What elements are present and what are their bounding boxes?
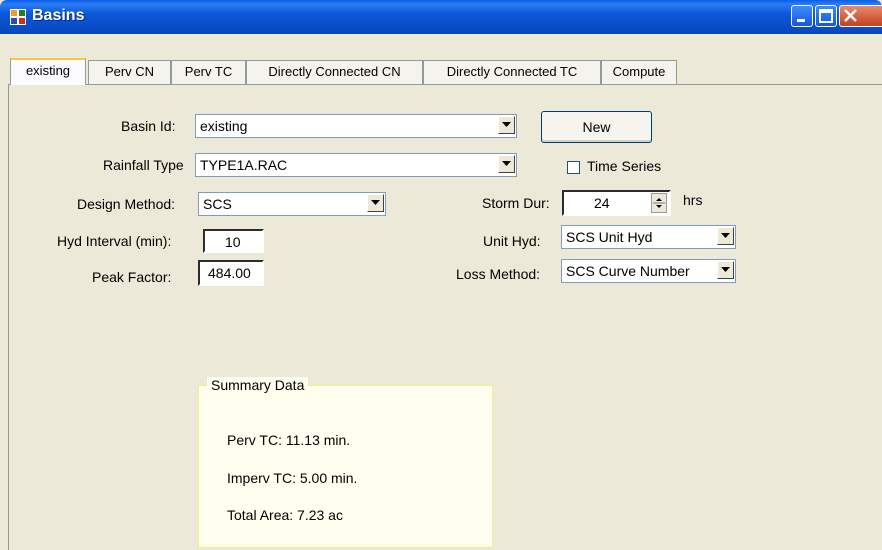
- storm-dur-unit: hrs: [683, 192, 703, 208]
- design-method-value: SCS: [203, 196, 232, 212]
- rainfall-type-value: TYPE1A.RAC: [200, 157, 288, 173]
- close-icon: [844, 9, 857, 22]
- tab-label: Compute: [612, 64, 666, 79]
- tab-label: Directly Connected TC: [446, 64, 578, 79]
- perv-tc-text: Perv TC: 11.13 min.: [227, 432, 351, 448]
- app-icon: [10, 9, 26, 25]
- tab-label: Directly Connected CN: [268, 64, 401, 79]
- design-method-dropdown-button[interactable]: [367, 194, 384, 212]
- basin-id-select[interactable]: existing: [195, 114, 517, 138]
- summary-data-group: Summary Data Perv TC: 11.13 min. Imperv …: [198, 377, 493, 548]
- tab-existing[interactable]: existing: [10, 58, 86, 85]
- rainfall-type-dropdown-button[interactable]: [498, 155, 515, 173]
- tab-perv-cn[interactable]: Perv CN: [88, 60, 171, 84]
- peak-factor-value: 484.00: [208, 265, 251, 281]
- storm-dur-stepper[interactable]: 24: [562, 190, 671, 216]
- tab-directly-connected-cn[interactable]: Directly Connected CN: [246, 60, 423, 84]
- hyd-interval-input[interactable]: 10: [203, 229, 264, 253]
- unit-hyd-select[interactable]: SCS Unit Hyd: [561, 225, 736, 249]
- chevron-down-icon: [502, 122, 511, 127]
- storm-dur-value: 24: [594, 195, 610, 211]
- close-button[interactable]: [839, 5, 882, 27]
- tab-label: existing: [25, 63, 71, 78]
- peak-factor-input[interactable]: 484.00: [198, 260, 264, 286]
- chevron-down-icon: [721, 267, 730, 272]
- stepper-buttons[interactable]: [651, 193, 667, 213]
- design-method-label: Design Method:: [77, 196, 176, 212]
- tab-perv-tc[interactable]: Perv TC: [171, 60, 246, 84]
- window-title: Basins: [32, 7, 85, 24]
- loss-method-label: Loss Method:: [456, 266, 541, 282]
- hyd-interval-label: Hyd Interval (min):: [57, 233, 172, 249]
- unit-hyd-value: SCS Unit Hyd: [566, 229, 653, 245]
- basin-id-dropdown-button[interactable]: [498, 116, 515, 134]
- basin-id-label: Basin Id:: [121, 118, 176, 134]
- summary-title: Summary Data: [207, 377, 309, 393]
- loss-method-select[interactable]: SCS Curve Number: [561, 259, 736, 283]
- loss-method-value: SCS Curve Number: [566, 263, 690, 279]
- tab-label: Perv CN: [104, 64, 155, 79]
- chevron-down-icon: [502, 161, 511, 166]
- time-series-label: Time Series: [587, 158, 662, 174]
- imperv-tc-text: Imperv TC: 5.00 min.: [227, 470, 358, 486]
- storm-dur-label: Storm Dur:: [482, 195, 550, 211]
- unit-hyd-dropdown-button[interactable]: [717, 227, 734, 245]
- unit-hyd-label: Unit Hyd:: [483, 233, 541, 249]
- loss-method-dropdown-button[interactable]: [717, 261, 734, 279]
- title-bar[interactable]: Basins: [0, 0, 882, 34]
- tab-compute[interactable]: Compute: [601, 60, 677, 84]
- time-series-checkbox[interactable]: [567, 161, 580, 174]
- chevron-down-icon: [371, 200, 380, 205]
- maximize-icon: [819, 9, 833, 23]
- rainfall-type-select[interactable]: TYPE1A.RAC: [195, 153, 517, 177]
- tab-label: Perv TC: [184, 64, 233, 79]
- hyd-interval-value: 10: [225, 234, 241, 250]
- spin-arrows-icon: [653, 198, 665, 208]
- total-area-text: Total Area: 7.23 ac: [227, 507, 343, 523]
- tab-directly-connected-tc[interactable]: Directly Connected TC: [423, 60, 601, 84]
- rainfall-type-label: Rainfall Type: [103, 157, 184, 173]
- chevron-down-icon: [721, 233, 730, 238]
- new-button[interactable]: New: [541, 111, 652, 143]
- minimize-icon: [797, 19, 805, 22]
- design-method-select[interactable]: SCS: [198, 192, 386, 216]
- maximize-button[interactable]: [815, 5, 837, 27]
- new-button-label: New: [582, 119, 611, 135]
- peak-factor-label: Peak Factor:: [92, 269, 172, 285]
- basin-id-value: existing: [200, 118, 248, 134]
- minimize-button[interactable]: [791, 5, 813, 27]
